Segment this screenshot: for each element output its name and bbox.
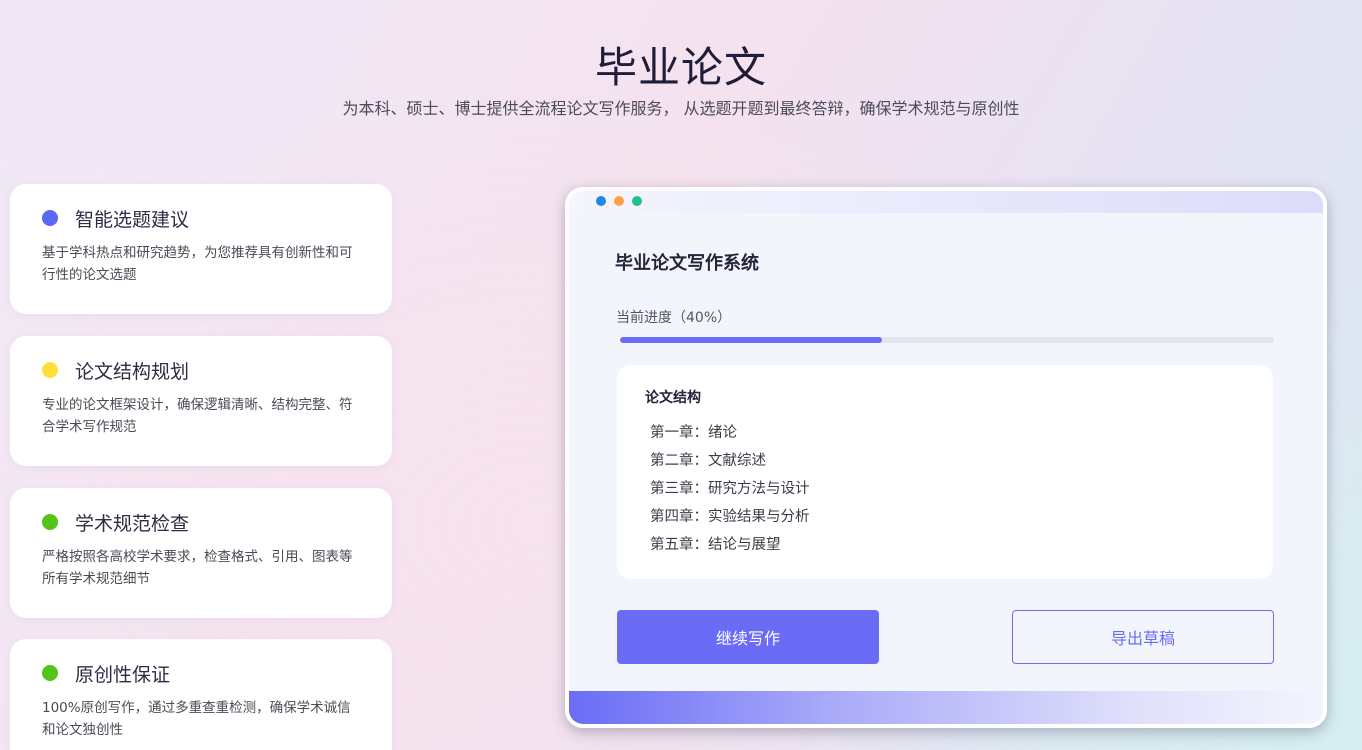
progress-bar-fill — [620, 337, 882, 343]
window-close-dot-icon — [596, 196, 606, 206]
feature-desc: 100%原创写作，通过多重查重检测，确保学术诚信和论文独创性 — [42, 700, 351, 738]
outline-panel: 论文结构 第一章：绪论 第二章：文献综述 第三章：研究方法与设计 第四章：实验结… — [617, 365, 1273, 579]
feature-dot-icon — [42, 665, 58, 681]
continue-writing-button[interactable]: 继续写作 — [617, 610, 879, 664]
feature-dot-icon — [42, 210, 58, 226]
feature-title: 论文结构规划 — [75, 360, 190, 383]
feature-card-norms: 学术规范检查 严格按照各高校学术要求，检查格式、引用、图表等所有学术规范细节 — [10, 488, 392, 618]
feature-dot-icon — [42, 362, 58, 378]
window-footer-bar — [569, 691, 1323, 724]
app-window-mockup: 毕业论文写作系统 当前进度（40%） 论文结构 第一章：绪论 第二章：文献综述 … — [565, 187, 1327, 728]
feature-dot-icon — [42, 514, 58, 530]
window-titlebar — [569, 191, 1323, 213]
page-title: 毕业论文 — [594, 43, 767, 92]
outline-heading: 论文结构 — [645, 390, 701, 406]
feature-title: 原创性保证 — [75, 663, 171, 686]
chapter-item: 第一章：绪论 — [650, 425, 737, 441]
chapter-item: 第三章：研究方法与设计 — [650, 481, 810, 497]
progress-label: 当前进度（40%） — [616, 310, 732, 326]
feature-card-structure: 论文结构规划 专业的论文框架设计，确保逻辑清晰、结构完整、符合学术写作规范 — [10, 336, 392, 466]
feature-desc: 基于学科热点和研究趋势，为您推荐具有创新性和可行性的论文选题 — [42, 245, 353, 283]
chapter-item: 第二章：文献综述 — [650, 453, 766, 469]
feature-desc: 严格按照各高校学术要求，检查格式、引用、图表等所有学术规范细节 — [42, 549, 353, 587]
export-draft-button[interactable]: 导出草稿 — [1012, 610, 1274, 664]
feature-desc: 专业的论文框架设计，确保逻辑清晰、结构完整、符合学术写作规范 — [42, 397, 353, 435]
feature-card-topic: 智能选题建议 基于学科热点和研究趋势，为您推荐具有创新性和可行性的论文选题 — [10, 184, 392, 314]
progress-bar — [620, 337, 1274, 343]
feature-title: 学术规范检查 — [75, 512, 190, 535]
chapter-item: 第五章：结论与展望 — [650, 537, 781, 553]
app-title: 毕业论文写作系统 — [615, 253, 759, 274]
window-minimize-dot-icon — [614, 196, 624, 206]
chapter-list: 第一章：绪论 第二章：文献综述 第三章：研究方法与设计 第四章：实验结果与分析 … — [650, 419, 1273, 559]
chapter-item: 第四章：实验结果与分析 — [650, 509, 810, 525]
window-maximize-dot-icon — [632, 196, 642, 206]
feature-title: 智能选题建议 — [75, 208, 190, 231]
feature-card-originality: 原创性保证 100%原创写作，通过多重查重检测，确保学术诚信和论文独创性 — [10, 639, 392, 750]
page-subtitle: 为本科、硕士、博士提供全流程论文写作服务， 从选题开题到最终答辩，确保学术规范与… — [342, 99, 1020, 118]
